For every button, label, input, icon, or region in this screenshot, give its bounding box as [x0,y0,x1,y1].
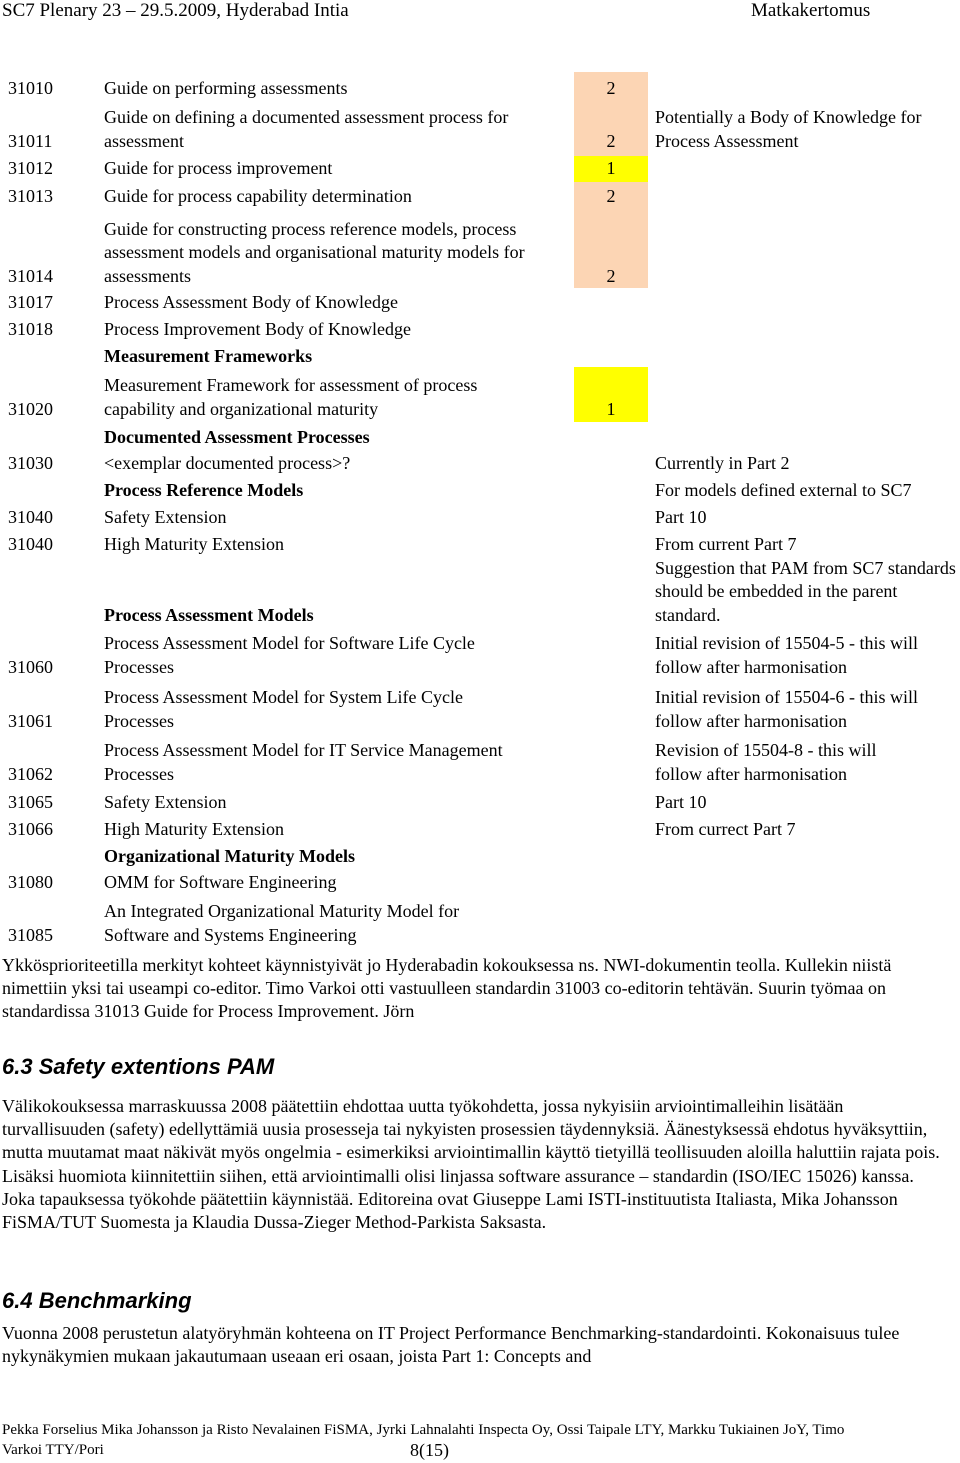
section-heading: Process Assessment Models [104,604,314,625]
standard-note: Revision of 15504-8 - this will follow a… [655,740,877,784]
standard-id: 31062 [8,763,53,784]
table-row: 31020 Measurement Framework for assessme… [0,374,960,421]
table-row: 31085 An Integrated Organizational Matur… [0,900,960,947]
section-heading-6-4: 6.4 Benchmarking [2,1288,192,1313]
standard-title: Guide for constructing process reference… [104,218,525,286]
standard-id: 31013 [8,185,53,206]
priority-value: 2 [606,265,616,286]
standard-title: Safety Extension [104,791,227,812]
standard-id: 31018 [8,318,53,339]
standard-id: 31061 [8,710,53,731]
standard-note: Part 10 [655,791,707,812]
standard-title: Measurement Framework for assessment of … [104,375,478,419]
standard-title: Guide on performing assessments [104,77,348,98]
table-section-row: Process Assessment Models Suggestion tha… [0,556,960,627]
standard-id: 31012 [8,157,53,178]
standard-note: For models defined external to SC7 [655,479,912,500]
standard-id: 31060 [8,656,53,677]
standard-title: Guide on defining a documented assessmen… [104,107,509,151]
section-heading-6-3: 6.3 Safety extentions PAM [2,1054,275,1079]
table-row: 31010 Guide on performing assessments 2 [0,76,960,100]
paragraph-safety: Välikokouksessa marraskuussa 2008 päätet… [2,1096,940,1233]
table-row: 31014 Guide for constructing process ref… [0,217,960,288]
standard-id: 31085 [8,924,53,945]
table-row: 31062 Process Assessment Model for IT Se… [0,739,960,786]
header-doc-type: Matkakertomus [751,0,871,21]
table-row: 31060 Process Assessment Model for Softw… [0,632,960,679]
paragraph-priorities: Ykkösprioriteetilla merkityt kohteet käy… [2,955,892,1022]
table-row: 31066 High Maturity Extension From curre… [0,817,960,841]
table-row: 31065 Safety Extension Part 10 [0,790,960,814]
standard-title: An Integrated Organizational Maturity Mo… [104,901,460,945]
priority-value: 1 [606,398,616,419]
standard-id: 31011 [8,130,53,151]
standard-id: 31017 [8,291,53,312]
standard-note: Potentially a Body of Knowledge for Proc… [655,107,922,151]
table-row: 31017 Process Assessment Body of Knowled… [0,290,960,314]
standard-id: 31080 [8,871,53,892]
table-row: 31018 Process Improvement Body of Knowle… [0,317,960,341]
table-row: 31040 High Maturity Extension From curre… [0,532,960,556]
priority-value: 1 [606,157,616,178]
header-title: SC7 Plenary 23 – 29.5.2009, Hyderabad In… [2,0,349,21]
standard-id: 31066 [8,818,53,839]
standard-note: From current Part 7 [655,533,797,554]
priority-value: 2 [606,77,616,98]
standard-id: 31065 [8,791,53,812]
standard-id: 31040 [8,506,53,527]
standard-title: Process Assessment Body of Knowledge [104,291,398,312]
standard-title: <exemplar documented process>? [104,452,351,473]
table-section-row: Organizational Maturity Models [0,844,960,868]
standard-title: Guide for process improvement [104,157,333,178]
table-section-row: Process Reference Models For models defi… [0,478,960,502]
standard-title: Process Assessment Model for System Life… [104,687,463,731]
table-row: 31040 Safety Extension Part 10 [0,505,960,529]
section-heading: Organizational Maturity Models [104,845,355,866]
standard-id: 31030 [8,452,53,473]
paragraph-benchmarking: Vuonna 2008 perustetun alatyöryhmän koht… [2,1323,900,1367]
standard-title: Guide for process capability determinati… [104,185,412,206]
standard-title: Safety Extension [104,506,227,527]
table-row: 31080 OMM for Software Engineering [0,870,960,894]
table-row: 31012 Guide for process improvement 1 [0,156,960,180]
standard-note: Currently in Part 2 [655,452,790,473]
standard-title: Process Assessment Model for IT Service … [104,740,503,784]
priority-value: 2 [606,185,616,206]
section-heading: Measurement Frameworks [104,345,313,366]
standard-title: High Maturity Extension [104,533,284,554]
table-section-row: Documented Assessment Processes [0,425,960,449]
table-row: 31011 Guide on defining a documented ass… [0,106,960,153]
table-row: 31061 Process Assessment Model for Syste… [0,686,960,733]
standard-id: 31040 [8,533,53,554]
standard-id: 31014 [8,265,53,286]
table-row: 31013 Guide for process capability deter… [0,184,960,208]
standard-id: 31020 [8,398,53,419]
section-heading: Documented Assessment Processes [104,426,370,447]
standard-note: Initial revision of 15504-5 - this will … [655,633,918,677]
standard-title: Process Assessment Model for Software Li… [104,633,475,677]
priority-value: 2 [606,130,616,151]
page-number: 8(15) [410,1440,449,1460]
section-heading: Process Reference Models [104,479,304,500]
standard-note: Initial revision of 15504-6 - this will … [655,687,918,731]
standard-title: OMM for Software Engineering [104,871,337,892]
table-row: 31030 <exemplar documented process>? Cur… [0,451,960,475]
standard-title: High Maturity Extension [104,818,284,839]
standard-id: 31010 [8,77,53,98]
standard-note: Suggestion that PAM from SC7 standards s… [655,557,956,625]
standard-note: From currect Part 7 [655,818,796,839]
table-section-row: Measurement Frameworks [0,344,960,368]
standard-note: Part 10 [655,506,707,527]
standard-title: Process Improvement Body of Knowledge [104,318,411,339]
